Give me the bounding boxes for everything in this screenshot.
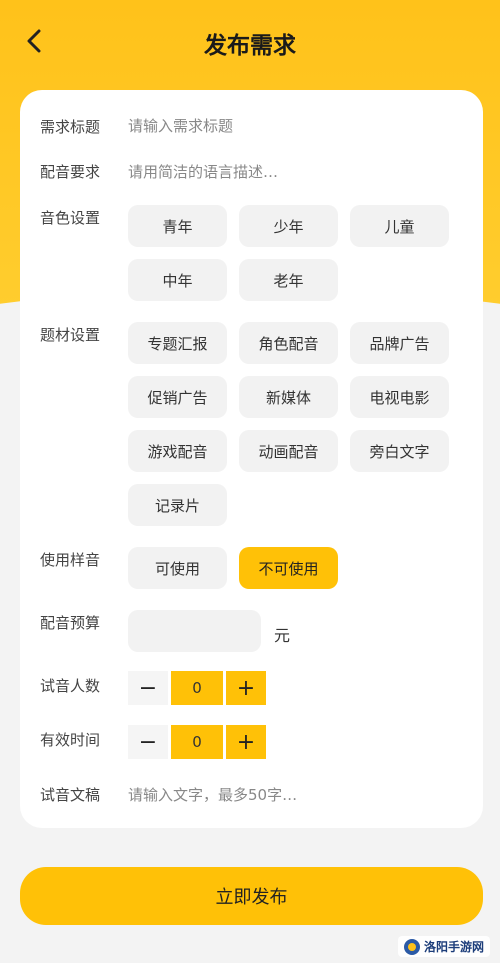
subject-option[interactable]: 促销广告	[128, 376, 227, 418]
timbre-label: 音色设置	[40, 209, 101, 227]
budget-unit: 元	[274, 626, 291, 645]
subject-option[interactable]: 电视电影	[350, 376, 449, 418]
timbre-option-middle-aged[interactable]: 中年	[128, 259, 227, 301]
timbre-option-youth[interactable]: 青年	[128, 205, 227, 247]
requirement-input[interactable]: 请用简洁的语言描述…	[128, 161, 278, 182]
form-card: 需求标题 请输入需求标题 配音要求 请用简洁的语言描述… 音色设置 青年 少年 …	[20, 90, 483, 828]
subject-option[interactable]: 记录片	[128, 484, 227, 526]
watermark-logo-icon	[403, 938, 420, 955]
valid-time-minus-button[interactable]: −	[128, 725, 168, 759]
sample-label: 使用样音	[40, 551, 101, 569]
text-label: 试音文稿	[40, 786, 101, 804]
page-title: 发布需求	[204, 33, 296, 59]
valid-time-value[interactable]: 0	[171, 725, 223, 759]
text-input[interactable]: 请输入文字，最多50字…	[128, 784, 297, 805]
testers-value[interactable]: 0	[171, 671, 223, 705]
sample-option-not-usable[interactable]: 不可使用	[239, 547, 338, 589]
testers-label: 试音人数	[40, 677, 101, 695]
valid-time-stepper: − 0 +	[128, 725, 266, 759]
subject-option[interactable]: 角色配音	[239, 322, 338, 364]
subject-option[interactable]: 旁白文字	[350, 430, 449, 472]
testers-minus-button[interactable]: −	[128, 671, 168, 705]
testers-plus-button[interactable]: +	[226, 671, 266, 705]
watermark-text: 洛阳手游网	[423, 940, 484, 954]
timbre-option-elderly[interactable]: 老年	[239, 259, 338, 301]
subject-option[interactable]: 游戏配音	[128, 430, 227, 472]
subject-label: 题材设置	[40, 326, 101, 344]
requirement-label: 配音要求	[40, 163, 101, 181]
valid-time-label: 有效时间	[40, 731, 101, 749]
subject-option[interactable]: 新媒体	[239, 376, 338, 418]
subject-option[interactable]: 动画配音	[239, 430, 338, 472]
title-input[interactable]: 请输入需求标题	[128, 115, 233, 136]
budget-label: 配音预算	[40, 614, 101, 632]
timbre-option-child[interactable]: 儿童	[350, 205, 449, 247]
budget-input[interactable]	[128, 610, 261, 652]
testers-stepper: − 0 +	[128, 671, 266, 705]
subject-option[interactable]: 专题汇报	[128, 322, 227, 364]
submit-button[interactable]: 立即发布	[20, 867, 483, 925]
title-label: 需求标题	[40, 118, 101, 136]
valid-time-plus-button[interactable]: +	[226, 725, 266, 759]
watermark: 洛阳手游网	[397, 936, 490, 957]
header: 发布需求	[0, 0, 500, 84]
sample-option-usable[interactable]: 可使用	[128, 547, 227, 589]
timbre-option-teen[interactable]: 少年	[239, 205, 338, 247]
subject-option[interactable]: 品牌广告	[350, 322, 449, 364]
